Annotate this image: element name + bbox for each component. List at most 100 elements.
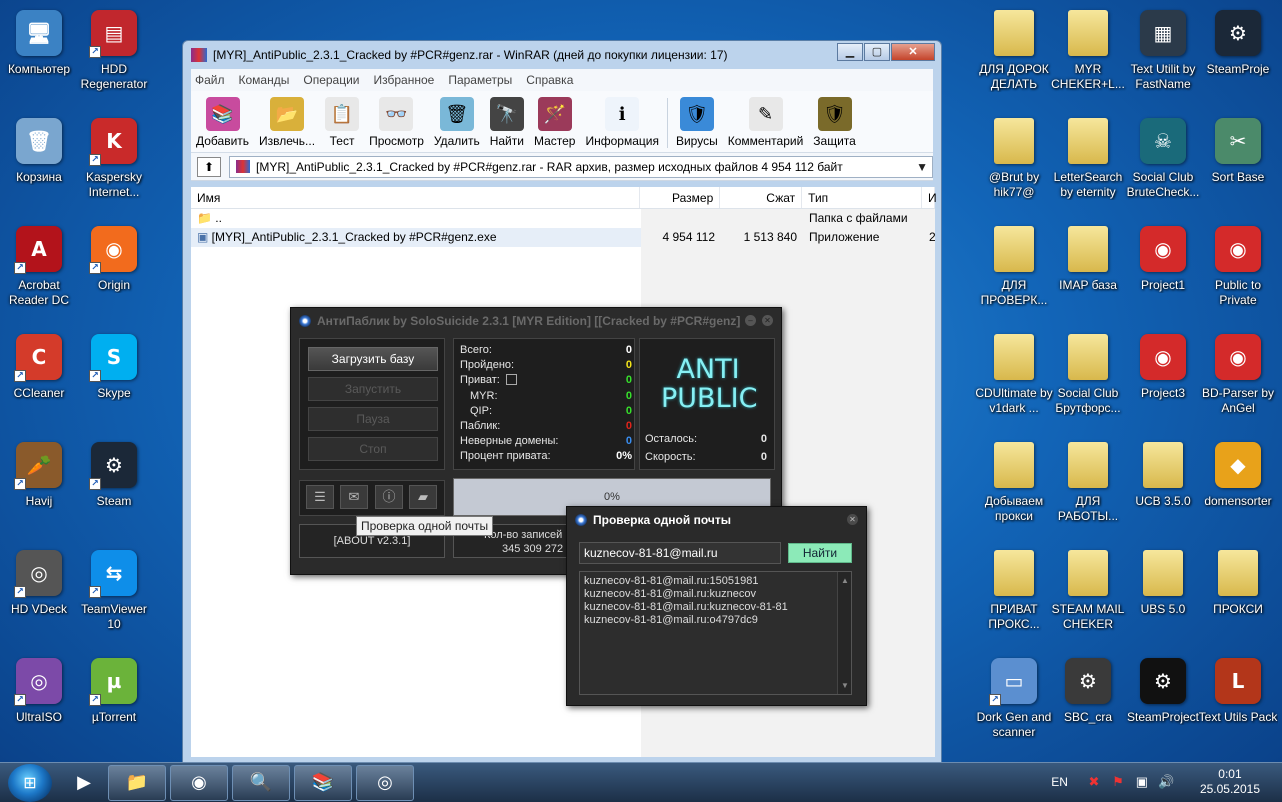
desktop-icon-text-utils-pack[interactable]: L Text Utils Pack (1199, 654, 1277, 754)
volume-icon[interactable]: 🔊 (1158, 774, 1174, 790)
column-size[interactable]: Размер (640, 187, 721, 208)
list-item[interactable]: kuznecov-81-81@mail.ru:o4797dc9 (584, 614, 847, 627)
menu-item[interactable]: Избранное (374, 73, 435, 87)
toolbar-button[interactable]: ✎ Комментарий (728, 97, 803, 148)
desktop-icon-dlya-dorok[interactable]: ДЛЯ ДОРОК ДЕЛАТЬ (976, 6, 1052, 106)
path-field[interactable]: [MYR]_AntiPublic_2.3.1_Cracked by #PCR#g… (229, 155, 933, 178)
taskbar-explorer[interactable]: 📁 (108, 764, 166, 801)
stop-button[interactable]: Стоп (308, 437, 438, 461)
desktop-icon-hdd[interactable]: ▤ ↗ HDD Regenerator (76, 6, 152, 106)
maximize-button[interactable]: ▢ (864, 43, 890, 61)
desktop-icon-origin[interactable]: ◉ ↗ Origin (76, 222, 152, 322)
scroll-up-icon[interactable]: ▲ (841, 574, 849, 587)
close-icon[interactable]: ✕ (847, 514, 858, 525)
desktop-icon-teamviewer[interactable]: ⇆ ↗ TeamViewer 10 (76, 546, 152, 646)
list-item[interactable]: kuznecov-81-81@mail.ru:kuznecov-81-81 (584, 601, 847, 614)
desktop-icon-havij[interactable]: 🥕 ↗ Havij (1, 438, 77, 538)
desktop-icon-utorrent[interactable]: µ ↗ µTorrent (76, 654, 152, 754)
chevron-down-icon[interactable]: ▼ (916, 157, 928, 177)
desktop-icon-imap-baza[interactable]: IMAP база (1050, 222, 1126, 322)
close-button[interactable]: ✕ (891, 43, 935, 61)
desktop-icon-project3[interactable]: ◉ Project3 (1125, 330, 1201, 430)
desktop-icon-sbc-cra[interactable]: ⚙ SBC_cra (1050, 654, 1126, 754)
private-checkbox[interactable] (505, 374, 517, 386)
clock[interactable]: 0:01 25.05.2015 (1200, 767, 1260, 797)
taskbar-winrar[interactable]: 📚 (294, 764, 352, 801)
desktop-icon-kaspersky[interactable]: K ↗ Kaspersky Internet... (76, 114, 152, 214)
desktop-icon-social-brutforce[interactable]: Social Club Брутфорс... (1050, 330, 1126, 430)
toolbar-button[interactable]: 🗑 Удалить (434, 97, 480, 148)
desktop-icon-cdultimate[interactable]: CDUltimate by v1dark ... (975, 330, 1053, 430)
column-modified[interactable]: И (922, 187, 937, 208)
table-row[interactable]: 📁 .. Папка с файлами (191, 209, 935, 228)
toolbar-button[interactable]: 📂 Извлечь... (259, 97, 315, 148)
minimize-button[interactable]: ▁ (837, 43, 863, 61)
column-packed[interactable]: Сжат (720, 187, 803, 208)
flag-icon[interactable]: ⚑ (1110, 774, 1126, 790)
close-button[interactable]: ✕ (762, 315, 773, 326)
info-icon[interactable]: ⓘ (375, 485, 403, 509)
find-button[interactable]: Найти (788, 543, 852, 563)
desktop-icon-project1[interactable]: ◉ Project1 (1125, 222, 1201, 322)
scroll-down-icon[interactable]: ▼ (841, 679, 849, 692)
desktop-icon-acrobat[interactable]: A ↗ Acrobat Reader DC (1, 222, 77, 322)
desktop-icon-computer[interactable]: 🖥 Компьютер (1, 6, 77, 106)
check-mail-titlebar[interactable]: Проверка одной почты (567, 507, 866, 533)
toolbar-button[interactable]: 👓 Просмотр (369, 97, 424, 148)
toolbar-button[interactable]: 📋 Тест (325, 97, 360, 148)
desktop-icon-skype[interactable]: S ↗ Skype (76, 330, 152, 430)
desktop-icon-steamproje[interactable]: ⚙ SteamProje (1200, 6, 1276, 106)
desktop-icon-steamproject[interactable]: ⚙ SteamProject (1125, 654, 1201, 754)
toolbar-button[interactable]: 🛡 Защита (813, 97, 856, 148)
winrar-titlebar[interactable]: [MYR]_AntiPublic_2.3.1_Cracked by #PCR#g… (183, 41, 941, 69)
desktop-icon-proksi[interactable]: ПРОКСИ (1200, 546, 1276, 646)
language-indicator[interactable]: EN (1051, 775, 1068, 789)
taskbar-search-app[interactable]: 🔍 (232, 764, 290, 801)
desktop-icon-sort-base[interactable]: ✂ Sort Base (1200, 114, 1276, 214)
start-button[interactable]: ⊞ (8, 763, 52, 802)
desktop-icon-brut-hik[interactable]: @Brut by hik77@ (976, 114, 1052, 214)
minimize-button[interactable]: – (745, 315, 756, 326)
folder-icon[interactable]: ▰ (409, 485, 437, 509)
desktop-icon-dork-gen[interactable]: ▭ ↗ Dork Gen and scanner (976, 654, 1052, 754)
pause-button[interactable]: Пауза (308, 407, 438, 431)
results-list[interactable]: ▲ ▼ kuznecov-81-81@mail.ru:15051981 kuzne… (579, 571, 852, 695)
column-type[interactable]: Тип (802, 187, 923, 208)
desktop-icon-ultraiso[interactable]: ◎ ↗ UltraISO (1, 654, 77, 754)
desktop-icon-privat-proks[interactable]: ПРИВАТ ПРОКС... (976, 546, 1052, 646)
desktop-icon-text-utilit[interactable]: ▦ Text Utilit by FastName (1125, 6, 1201, 106)
desktop-icon-ucb[interactable]: UCB 3.5.0 (1125, 438, 1201, 538)
desktop-icon-steam-mail[interactable]: STEAM MAIL CHEKER (1050, 546, 1126, 646)
start-button[interactable]: Запустить (308, 377, 438, 401)
table-row[interactable]: ▣ [MYR]_AntiPublic_2.3.1_Cracked by #PCR… (191, 228, 935, 247)
taskbar-chrome[interactable]: ◉ (170, 764, 228, 801)
toolbar-button[interactable]: ℹ Информация (585, 97, 659, 148)
desktop-icon-bd-parser[interactable]: ◉ BD-Parser by AnGel (1200, 330, 1276, 430)
taskbar-media-player[interactable]: ▶ (64, 765, 104, 801)
list-item[interactable]: kuznecov-81-81@mail.ru:kuznecov (584, 588, 847, 601)
mail-icon[interactable]: ✉ (340, 485, 368, 509)
menu-item[interactable]: Справка (526, 73, 573, 87)
desktop-icon-ccleaner[interactable]: C ↗ CCleaner (1, 330, 77, 430)
taskbar-antipublic[interactable]: ◎ (356, 764, 414, 801)
menu-item[interactable]: Команды (239, 73, 290, 87)
desktop-icon-social-brute[interactable]: ☠ Social Club BruteCheck... (1125, 114, 1201, 214)
toolbar-button[interactable]: 🔭 Найти (490, 97, 524, 148)
list-item[interactable]: kuznecov-81-81@mail.ru:15051981 (584, 575, 847, 588)
load-base-button[interactable]: Загрузить базу (308, 347, 438, 371)
desktop-icon-myr-checker[interactable]: MYR CHEKER+L... (1050, 6, 1126, 106)
desktop-icon-ubs[interactable]: UBS 5.0 (1125, 546, 1201, 646)
desktop-icon-steam[interactable]: ⚙ ↗ Steam (76, 438, 152, 538)
up-folder-button[interactable]: ⬆ (197, 156, 221, 177)
desktop-icon-dobyvaem[interactable]: Добываем прокси (976, 438, 1052, 538)
desktop-icon-dlya-proverk[interactable]: ДЛЯ ПРОВЕРК... (976, 222, 1052, 322)
desktop-icon-lettersearch[interactable]: LetterSearch by eternity (1050, 114, 1126, 214)
desktop-icon-public-private[interactable]: ◉ Public to Private (1200, 222, 1276, 322)
menu-item[interactable]: Параметры (448, 73, 512, 87)
antipublic-titlebar[interactable]: АнтиПаблик by SoloSuicide 2.3.1 [MYR Edi… (291, 308, 781, 334)
desktop-icon-dlya-raboty[interactable]: ДЛЯ РАБОТЫ... (1050, 438, 1126, 538)
network-disabled-icon[interactable]: ✖ (1086, 774, 1102, 790)
desktop-icon-domensorter[interactable]: ◆ domensorter (1200, 438, 1276, 538)
menu-item[interactable]: Файл (195, 73, 225, 87)
toolbar-button[interactable]: 🪄 Мастер (534, 97, 575, 148)
